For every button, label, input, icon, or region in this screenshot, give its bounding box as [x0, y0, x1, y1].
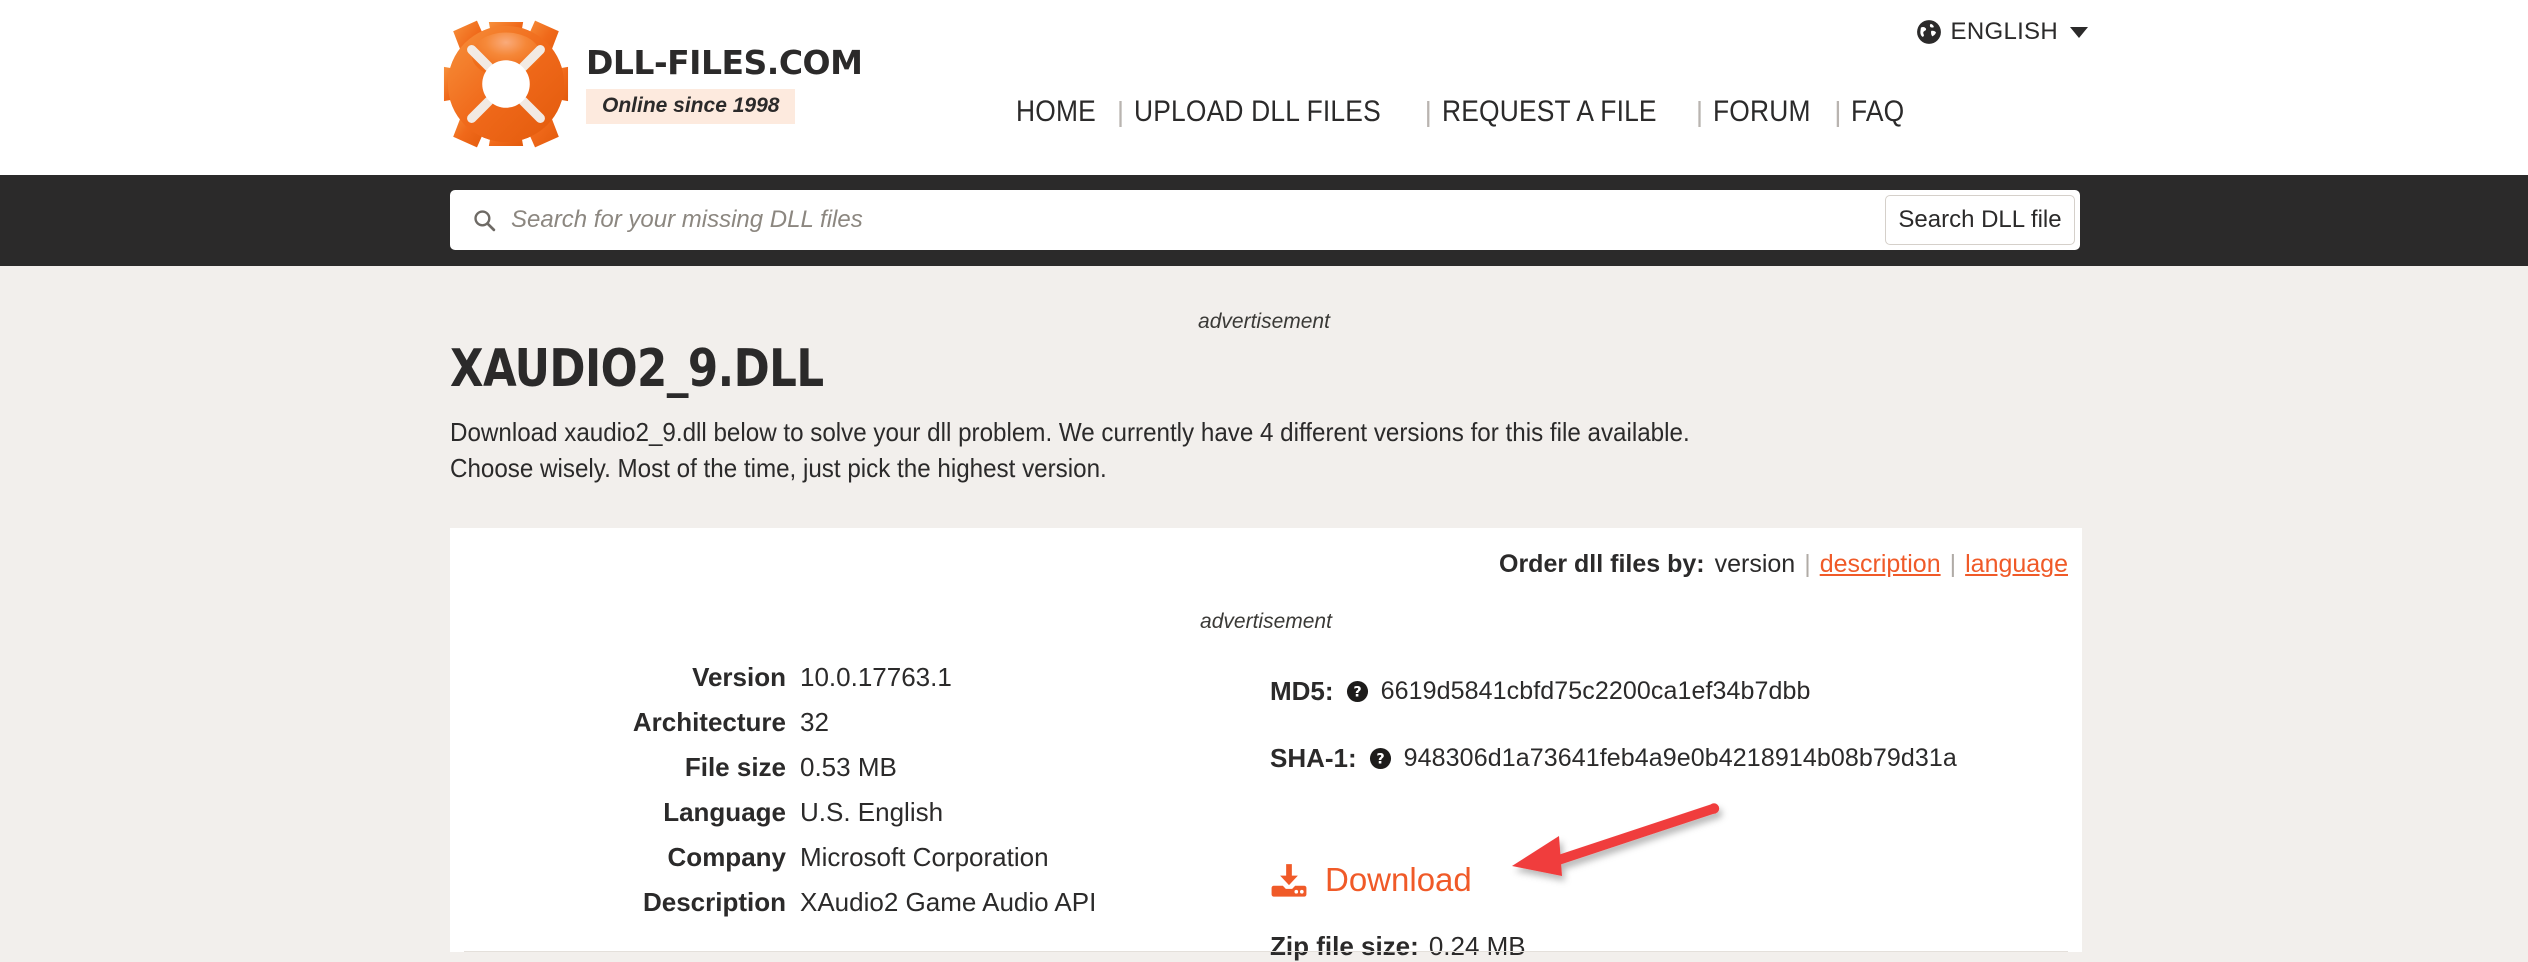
search-field-wrap: [450, 190, 1885, 250]
order-by-separator: |: [1804, 550, 1811, 578]
main-navigation: HOME | UPLOAD DLL FILES | REQUEST A FILE…: [1016, 95, 1912, 129]
page-description-line-1: Download xaudio2_9.dll below to solve yo…: [450, 417, 1690, 447]
search-band: Search DLL file: [0, 175, 2528, 266]
globe-icon: [1916, 20, 1941, 44]
detail-key-architecture: Architecture: [632, 707, 786, 737]
detail-key-company: Company: [667, 842, 786, 872]
download-icon: [1271, 864, 1307, 897]
download-link[interactable]: Download: [1325, 861, 1472, 899]
advertisement-label-top: advertisement: [1198, 310, 1330, 333]
site-title: DLL-FILES.COM: [586, 43, 863, 82]
detail-value-architecture: 32: [800, 707, 829, 737]
dll-version-card: Order dll files by: version | description | l…: [450, 528, 2082, 961]
table-row: Company Microsoft Corporation: [450, 842, 1250, 887]
search-icon: [474, 209, 496, 231]
svg-text:?: ?: [1353, 685, 1361, 701]
detail-key-file-size: File size: [684, 752, 786, 782]
download-action[interactable]: Download: [1270, 861, 1472, 899]
detail-value-language: U.S. English: [800, 797, 944, 827]
table-row: Architecture 32: [450, 707, 1250, 752]
detail-key-description: Description: [642, 887, 786, 917]
page-description-line-2: Choose wisely. Most of the time, just pi…: [450, 452, 1107, 483]
nav-separator: |: [1424, 96, 1432, 127]
detail-value-version: 10.0.17763.1: [800, 662, 952, 692]
gear-lifebuoy-logo-icon: [440, 18, 572, 150]
sha1-label: SHA-1:: [1270, 743, 1357, 773]
nav-separator: |: [1116, 96, 1125, 127]
site-tagline-badge: Online since 1998: [586, 89, 796, 125]
site-logo[interactable]: DLL-FILES.COM Online since 1998: [440, 18, 863, 150]
nav-item-upload-dll-files[interactable]: UPLOAD DLL FILES: [1134, 95, 1381, 129]
table-row: Language U.S. English: [450, 797, 1250, 842]
question-circle-icon[interactable]: ?: [1346, 680, 1369, 703]
hash-column: MD5: ? 6619d5841cbfd75c2200ca1ef34b7dbb …: [1270, 676, 2082, 810]
sha1-row: SHA-1: ? 948306d1a73641feb4a9e0b4218914b…: [1270, 743, 2082, 774]
nav-item-faq[interactable]: FAQ: [1851, 95, 1904, 129]
language-selector[interactable]: ENGLISH: [1916, 18, 2088, 46]
svg-text:?: ?: [1376, 752, 1384, 768]
site-header: DLL-FILES.COM Online since 1998 HOME | U…: [0, 0, 2528, 175]
page-title: XAUDIO2_9.DLL: [450, 339, 824, 399]
nav-separator: |: [1695, 96, 1704, 127]
sha1-value: 948306d1a73641feb4a9e0b4218914b08b79d31a: [1403, 744, 1957, 772]
zip-file-size: Zip file size: 0.24 MB: [1270, 931, 1526, 962]
chevron-down-icon: [2070, 26, 2088, 38]
order-by-description-link[interactable]: description: [1820, 550, 1941, 578]
detail-key-language: Language: [663, 797, 786, 827]
file-details-table: Version 10.0.17763.1 Architecture 32 Fil…: [450, 662, 1250, 932]
order-by-current-version: version: [1714, 550, 1796, 578]
md5-value: 6619d5841cbfd75c2200ca1ef34b7dbb: [1380, 677, 1811, 705]
advertisement-label-card: advertisement: [1200, 610, 1332, 633]
detail-value-company: Microsoft Corporation: [800, 842, 1049, 872]
detail-value-description: XAudio2 Game Audio API: [800, 887, 1097, 917]
zip-file-size-value: 0.24 MB: [1428, 931, 1526, 961]
nav-item-forum[interactable]: FORUM: [1713, 95, 1811, 129]
order-by-control: Order dll files by: version | description | l…: [1499, 550, 2068, 579]
search-box: Search DLL file: [450, 190, 2080, 250]
detail-value-file-size: 0.53 MB: [800, 752, 897, 782]
question-circle-icon[interactable]: ?: [1369, 747, 1392, 770]
order-by-language-link[interactable]: language: [1965, 550, 2068, 578]
detail-key-version: Version: [692, 662, 786, 692]
table-row: Description XAudio2 Game Audio API: [450, 887, 1250, 932]
search-submit-button[interactable]: Search DLL file: [1885, 195, 2075, 245]
zip-file-size-label: Zip file size:: [1270, 931, 1419, 961]
nav-item-request-a-file[interactable]: REQUEST A FILE: [1442, 95, 1657, 129]
order-by-label: Order dll files by:: [1499, 550, 1705, 578]
nav-separator: |: [1834, 96, 1842, 127]
order-by-separator: |: [1949, 550, 1957, 578]
table-row: File size 0.53 MB: [450, 752, 1250, 797]
table-row: Version 10.0.17763.1: [450, 662, 1250, 707]
md5-row: MD5: ? 6619d5841cbfd75c2200ca1ef34b7dbb: [1270, 676, 2082, 707]
nav-item-home[interactable]: HOME: [1016, 95, 1096, 129]
search-input[interactable]: [511, 206, 1885, 234]
page-description: Download xaudio2_9.dll below to solve yo…: [450, 415, 2150, 487]
language-label: ENGLISH: [1950, 18, 2058, 45]
md5-label: MD5:: [1270, 676, 1334, 706]
